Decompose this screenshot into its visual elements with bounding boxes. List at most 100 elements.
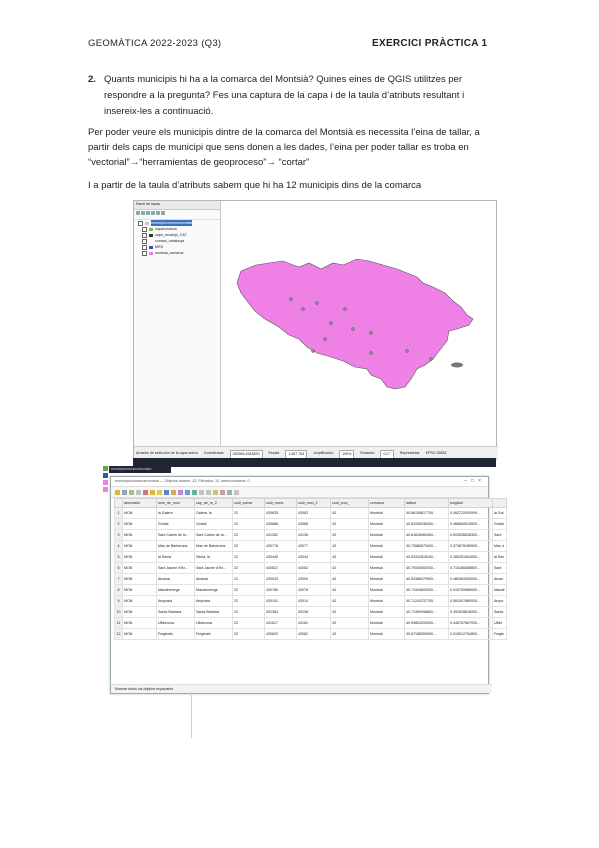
table-row[interactable]: 7 MON Alcanar Alcanar 22 430043 43004 43 Montsià… [114, 573, 507, 585]
table-cell[interactable]: Ampo [492, 595, 507, 607]
pan-to-selection-icon[interactable] [185, 489, 190, 495]
row-number[interactable]: 4 [114, 540, 123, 552]
table-cell[interactable]: 22 [232, 518, 265, 530]
table-cell[interactable]: 43 [330, 628, 369, 640]
table-cell[interactable]: Alcanar [194, 573, 233, 585]
table-cell[interactable]: 40.71242237700... [404, 595, 449, 607]
table-cell[interactable]: Montsià [368, 562, 405, 574]
table-cell[interactable]: Freginals [156, 628, 195, 640]
table-cell[interactable]: MON [122, 540, 157, 552]
row-number[interactable]: 3 [114, 529, 123, 541]
select-all-icon[interactable] [157, 489, 162, 495]
layer-visibility-checkbox[interactable] [142, 250, 147, 256]
layer-visibility-checkbox[interactable] [138, 220, 143, 226]
column-header[interactable]: codi_mun_2 [296, 498, 331, 508]
table-row[interactable]: 10 MON Santa Bàrbara Santa Bàrbara 22 431384 4… [114, 606, 507, 618]
row-number[interactable]: 10 [114, 606, 123, 618]
table-cell[interactable]: 43 [330, 606, 369, 618]
table-cell[interactable]: 430141 [264, 595, 297, 607]
table-cell[interactable]: 43 [330, 529, 369, 541]
table-cell[interactable]: 40.70004652000... [404, 562, 449, 574]
table-cell[interactable]: Montsià [368, 518, 405, 530]
table-cell[interactable]: la Sén [492, 551, 507, 563]
table-cell[interactable]: la Galera [156, 507, 195, 519]
collapse-icon[interactable] [156, 211, 160, 215]
row-number[interactable]: 9 [114, 595, 123, 607]
table-cell[interactable]: 0.468659615500... [448, 518, 493, 530]
row-number[interactable]: 2 [114, 518, 123, 530]
edit-pencil-icon[interactable] [115, 489, 120, 495]
table-cell[interactable]: 22 [232, 573, 265, 585]
table-cell[interactable]: MON [122, 518, 157, 530]
table-cell[interactable]: 43 [330, 551, 369, 563]
table-cell[interactable]: 431617 [264, 617, 297, 629]
table-cell[interactable]: 0.462722930099... [448, 507, 493, 519]
table-cell[interactable]: 43 [330, 573, 369, 585]
table-cell[interactable]: Ullde [492, 617, 507, 629]
table-cell[interactable]: 43078 [296, 584, 331, 596]
table-cell[interactable]: 22 [232, 562, 265, 574]
table-cell[interactable]: 43 [330, 562, 369, 574]
column-header[interactable]: latitud [404, 498, 449, 508]
table-cell[interactable]: 0.581007680000... [448, 595, 493, 607]
layer-item[interactable]: montsia_comarca [134, 250, 220, 256]
column-header[interactable]: nom_de_mun [156, 498, 195, 508]
table-cell[interactable]: 40.59804209200... [404, 617, 449, 629]
table-row[interactable]: 8 MON Masdenverge Masdenverge 22 430786 43078 4… [114, 584, 507, 596]
new-field-icon[interactable] [213, 489, 218, 495]
table-cell[interactable]: 431384 [264, 606, 297, 618]
table-cell[interactable]: 22 [232, 606, 265, 618]
table-cell[interactable]: Santa Bàrbara [156, 606, 195, 618]
table-cell[interactable]: Amposta [194, 595, 233, 607]
table-cell[interactable]: 430043 [264, 573, 297, 585]
table-cell[interactable]: 43077 [296, 540, 331, 552]
table-row[interactable]: 11 MON Ulldecona Ulldecona 22 431617 43161 43 Mo… [114, 617, 507, 629]
table-cell[interactable]: 43 [330, 595, 369, 607]
table-cell[interactable]: Masdenverge [156, 584, 195, 596]
delete-field-icon[interactable] [220, 489, 225, 495]
table-row[interactable]: 1 MON la Galera Galera, la 22 430635 43063 43 Mo… [114, 507, 507, 519]
table-corner[interactable] [114, 498, 123, 508]
table-cell[interactable]: 43 [330, 584, 369, 596]
field-calculator-icon[interactable] [227, 489, 232, 495]
table-row[interactable]: 2 MON Godall Godall 22 430686 43068 43 Montsià 40… [114, 518, 507, 530]
table-cell[interactable]: 43138 [296, 606, 331, 618]
row-number[interactable]: 5 [114, 551, 123, 563]
table-cell[interactable]: Montsià [368, 551, 405, 563]
column-header[interactable]: cap_de_m_2 [194, 498, 233, 508]
table-cell[interactable]: Amposta [156, 595, 195, 607]
zoom-to-selection-icon[interactable] [192, 489, 197, 495]
layer-visibility-checkbox[interactable] [142, 232, 147, 238]
add-feature-icon[interactable] [136, 489, 141, 495]
table-cell[interactable]: 431362 [264, 529, 297, 541]
table-cell[interactable]: 40.67185550600... [404, 628, 449, 640]
table-cell[interactable]: 43062 [296, 562, 331, 574]
table-cell[interactable]: la Gal [492, 507, 507, 519]
table-cell[interactable]: 43 [330, 617, 369, 629]
table-cell[interactable]: Freginals [194, 628, 233, 640]
row-number[interactable]: 12 [114, 628, 123, 640]
copy-icon[interactable] [199, 489, 204, 495]
table-cell[interactable]: Santa Bàrbara [194, 606, 233, 618]
table-cell[interactable]: 22 [232, 595, 265, 607]
table-cell[interactable]: 0.373878189900... [448, 540, 493, 552]
layer-visibility-checkbox[interactable] [142, 244, 147, 250]
table-cell[interactable]: Sant Jaume d'En... [194, 562, 233, 574]
column-header[interactable] [492, 498, 507, 508]
table-cell[interactable]: 0.715168488800... [448, 562, 493, 574]
table-cell[interactable]: Montsià [368, 540, 405, 552]
table-cell[interactable]: 0.492628616000... [448, 606, 493, 618]
table-cell[interactable]: Sant Jaume d'En... [156, 562, 195, 574]
table-cell[interactable]: 43063 [296, 507, 331, 519]
table-cell[interactable]: 430620 [264, 628, 297, 640]
table-cell[interactable]: 40.61626984400... [404, 529, 449, 541]
table-cell[interactable]: Mas de Barberans [194, 540, 233, 552]
column-header[interactable]: comarca [368, 498, 405, 508]
table-cell[interactable]: 430621 [264, 562, 297, 574]
table-cell[interactable]: Galera, la [194, 507, 233, 519]
table-cell[interactable]: Sant [492, 529, 507, 541]
expand-icon[interactable] [151, 211, 155, 215]
table-cell[interactable]: 43044 [296, 551, 331, 563]
table-cell[interactable]: MON [122, 573, 157, 585]
table-cell[interactable]: Mas d [492, 540, 507, 552]
